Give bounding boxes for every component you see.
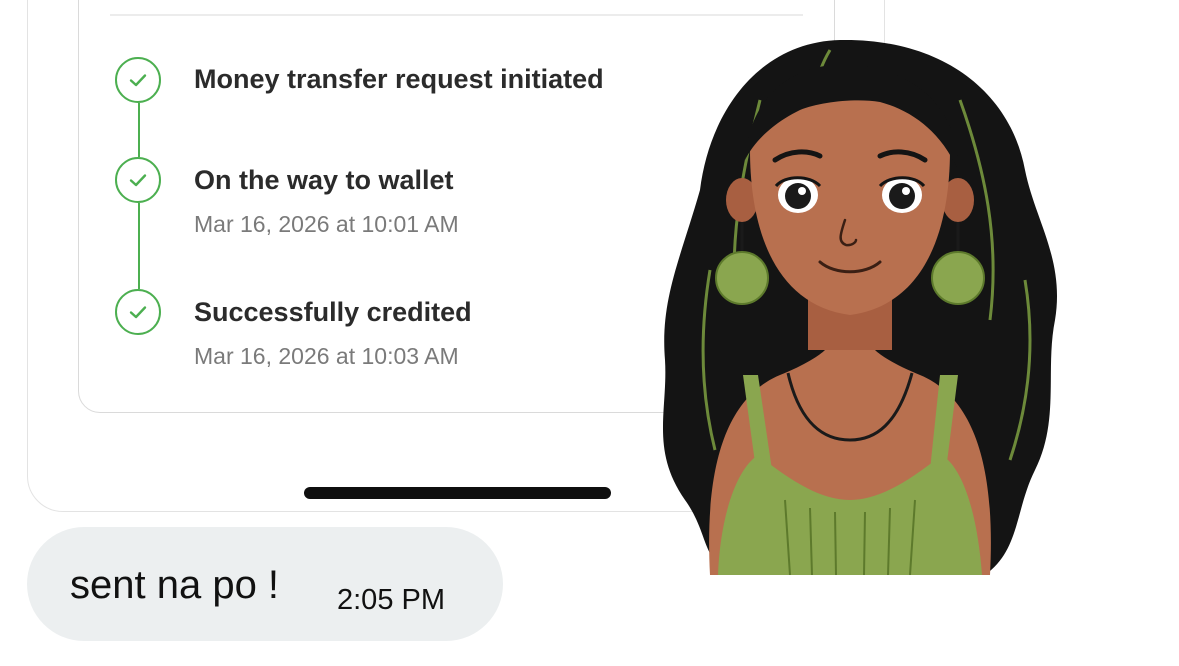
chat-screen: Money transfer request initiated On the … [0,0,1179,666]
panel-divider [110,14,803,16]
check-circle-icon [115,289,161,335]
message-timestamp: 2:05 PM [337,584,445,616]
woman-avatar-sticker-icon[interactable] [640,30,1060,575]
step-credited-time: Mar 16, 2026 at 10:03 AM [194,343,459,369]
step-initiated-title: Money transfer request initiated [194,64,604,94]
step-on-the-way-time: Mar 16, 2026 at 10:01 AM [194,211,459,237]
step-on-the-way-title: On the way to wallet [194,165,454,195]
timeline-connector [138,203,140,289]
check-circle-icon [115,57,161,103]
home-indicator [304,487,611,499]
check-circle-icon [115,157,161,203]
message-text: sent na po ! [70,563,280,607]
timeline-connector [138,103,140,157]
step-credited-title: Successfully credited [194,297,472,327]
